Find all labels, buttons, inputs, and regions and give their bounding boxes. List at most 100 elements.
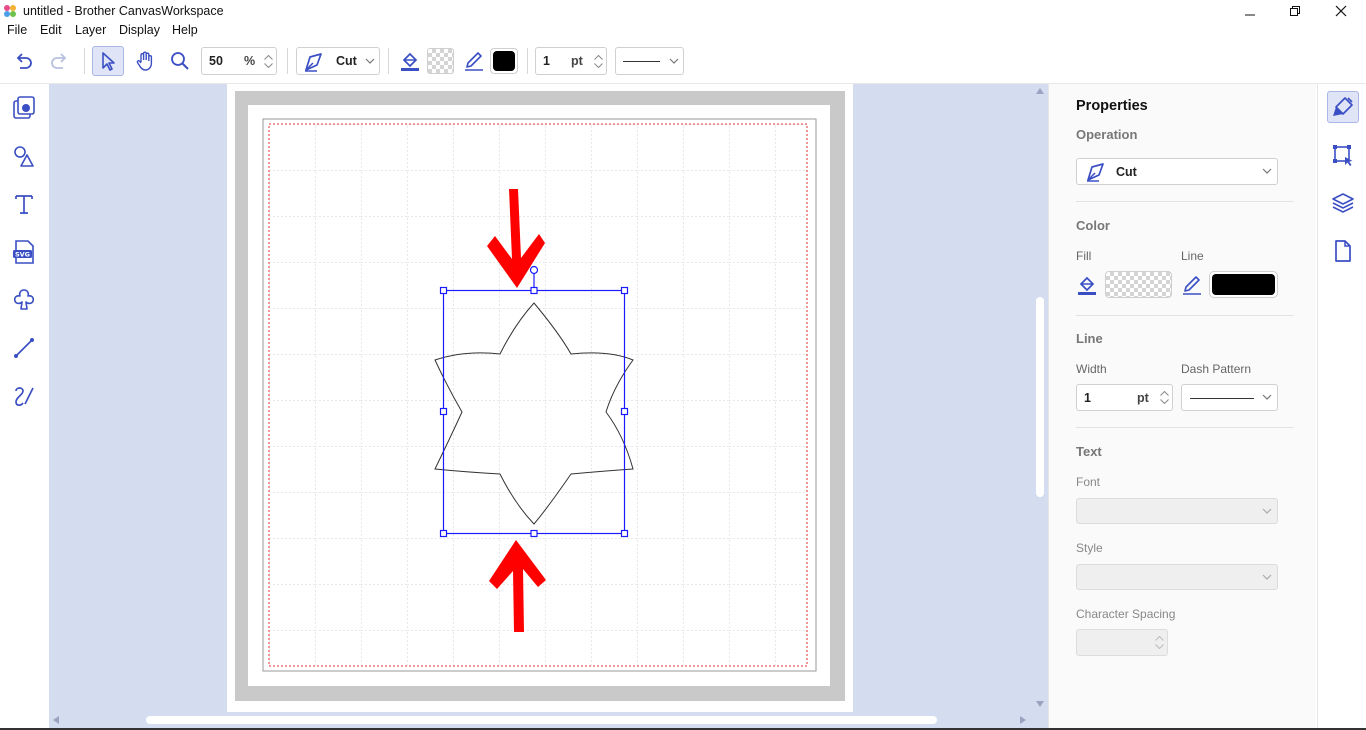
tab-layers[interactable] bbox=[1327, 187, 1359, 219]
solid-line-preview bbox=[1190, 398, 1254, 399]
redo-button[interactable] bbox=[43, 46, 75, 76]
width-label: Width bbox=[1076, 362, 1107, 376]
menu-help[interactable]: Help bbox=[172, 23, 198, 37]
chevron-down-icon bbox=[1159, 399, 1169, 404]
shapes-tool[interactable] bbox=[9, 141, 39, 171]
tab-transform[interactable] bbox=[1327, 139, 1359, 171]
rotate-handle[interactable] bbox=[529, 265, 539, 275]
menu-layer[interactable]: Layer bbox=[75, 23, 106, 37]
line-heading: Line bbox=[1076, 331, 1103, 346]
zoom-tool-button[interactable] bbox=[164, 46, 196, 76]
resize-handle[interactable] bbox=[439, 286, 448, 295]
chevron-down-icon bbox=[1262, 394, 1272, 400]
pointer-icon bbox=[102, 52, 115, 71]
font-select[interactable] bbox=[1076, 498, 1278, 524]
templates-tool[interactable] bbox=[9, 93, 39, 123]
scroll-left-icon bbox=[53, 716, 59, 724]
dash-pattern-label: Dash Pattern bbox=[1181, 362, 1252, 376]
dash-pattern-select[interactable] bbox=[1181, 384, 1278, 411]
select-tool-button[interactable] bbox=[92, 46, 124, 76]
pen-icon bbox=[465, 52, 483, 71]
menu-display[interactable]: Display bbox=[119, 23, 160, 37]
paint-bucket-icon bbox=[1078, 276, 1096, 295]
operation-select[interactable]: Cut bbox=[1076, 158, 1278, 185]
character-spacing-stepper[interactable] bbox=[1151, 630, 1167, 655]
menu-file[interactable]: File bbox=[7, 23, 27, 37]
restore-button[interactable] bbox=[1272, 0, 1318, 22]
horizontal-scrollbar[interactable] bbox=[49, 712, 1032, 728]
toolbar-separator bbox=[388, 48, 389, 74]
minimize-icon bbox=[1245, 14, 1255, 16]
line-width-value: 1 bbox=[543, 54, 550, 68]
menu-bar: File Edit Layer Display Help bbox=[0, 22, 1366, 40]
scroll-corner bbox=[1032, 712, 1048, 728]
menu-edit[interactable]: Edit bbox=[40, 23, 62, 37]
pattern-tool[interactable] bbox=[9, 285, 39, 315]
resize-handle[interactable] bbox=[620, 529, 629, 538]
text-tool[interactable] bbox=[9, 189, 39, 219]
section-divider bbox=[1076, 201, 1294, 202]
chevron-down-icon bbox=[1262, 168, 1272, 174]
fill-label: Fill bbox=[1076, 249, 1092, 263]
undo-button[interactable] bbox=[8, 46, 40, 76]
chevron-up-icon bbox=[263, 54, 273, 60]
text-heading: Text bbox=[1076, 444, 1102, 459]
line-width-stepper[interactable] bbox=[1156, 385, 1172, 410]
svg-import-tool[interactable]: SVG bbox=[9, 237, 39, 267]
operation-dropdown[interactable]: Cut bbox=[296, 47, 380, 75]
fill-color-tool[interactable] bbox=[394, 46, 426, 76]
vertical-scrollbar[interactable] bbox=[1032, 84, 1048, 712]
properties-title: Properties bbox=[1076, 98, 1148, 114]
freehand-icon bbox=[15, 387, 34, 406]
canvas-area[interactable] bbox=[49, 84, 1032, 712]
color-heading: Color bbox=[1076, 218, 1110, 233]
resize-handle[interactable] bbox=[620, 286, 629, 295]
cut-blade-icon bbox=[1087, 163, 1104, 182]
character-spacing-input[interactable] bbox=[1076, 629, 1168, 656]
scroll-up-icon bbox=[1036, 88, 1044, 94]
style-label: Style bbox=[1076, 541, 1103, 555]
style-select[interactable] bbox=[1076, 564, 1278, 590]
pattern-icon bbox=[13, 289, 35, 310]
window-title: untitled - Brother CanvasWorkspace bbox=[23, 4, 224, 18]
chevron-up-icon bbox=[1154, 636, 1164, 641]
line-color-swatch[interactable] bbox=[1209, 271, 1278, 298]
line-color-fill bbox=[1212, 274, 1275, 295]
freehand-tool[interactable] bbox=[9, 381, 39, 411]
pan-tool-button[interactable] bbox=[129, 46, 161, 76]
line-color-swatch[interactable] bbox=[490, 48, 518, 74]
minimize-button[interactable] bbox=[1227, 0, 1273, 22]
line-width-spinbox[interactable]: 1 pt bbox=[535, 47, 607, 75]
tab-page[interactable] bbox=[1327, 235, 1359, 267]
title-bar: untitled - Brother CanvasWorkspace bbox=[0, 0, 1366, 22]
line-width-stepper[interactable] bbox=[590, 48, 606, 74]
section-divider bbox=[1076, 427, 1294, 428]
resize-handle[interactable] bbox=[620, 407, 629, 416]
fill-color-swatch[interactable] bbox=[427, 48, 454, 74]
redo-icon bbox=[51, 53, 67, 69]
zoom-unit: % bbox=[244, 54, 256, 68]
chevron-down-icon bbox=[1262, 574, 1272, 580]
resize-handle[interactable] bbox=[530, 286, 538, 295]
dash-pattern-dropdown[interactable] bbox=[615, 47, 684, 75]
resize-handle[interactable] bbox=[439, 529, 448, 538]
app-logo-icon bbox=[4, 5, 16, 17]
zoom-stepper[interactable] bbox=[260, 48, 276, 74]
canvas-drawing[interactable] bbox=[49, 84, 1032, 712]
zoom-spinbox[interactable]: 50 % bbox=[201, 47, 277, 75]
tab-properties[interactable] bbox=[1327, 91, 1359, 123]
layers-icon bbox=[1332, 193, 1354, 213]
chevron-down-icon bbox=[1154, 644, 1164, 649]
operation-value: Cut bbox=[336, 54, 357, 68]
horizontal-scroll-thumb[interactable] bbox=[146, 716, 937, 724]
resize-handle[interactable] bbox=[439, 407, 448, 416]
line-width-input[interactable]: 1 pt bbox=[1076, 384, 1173, 411]
close-button[interactable] bbox=[1318, 0, 1364, 22]
chevron-down-icon bbox=[365, 58, 375, 64]
line-color-tool[interactable] bbox=[458, 46, 490, 76]
line-tool[interactable] bbox=[9, 333, 39, 363]
resize-handle[interactable] bbox=[530, 529, 538, 538]
vertical-scroll-thumb[interactable] bbox=[1036, 297, 1044, 497]
fill-color-swatch[interactable] bbox=[1105, 271, 1172, 298]
toolbar-separator bbox=[84, 48, 85, 74]
